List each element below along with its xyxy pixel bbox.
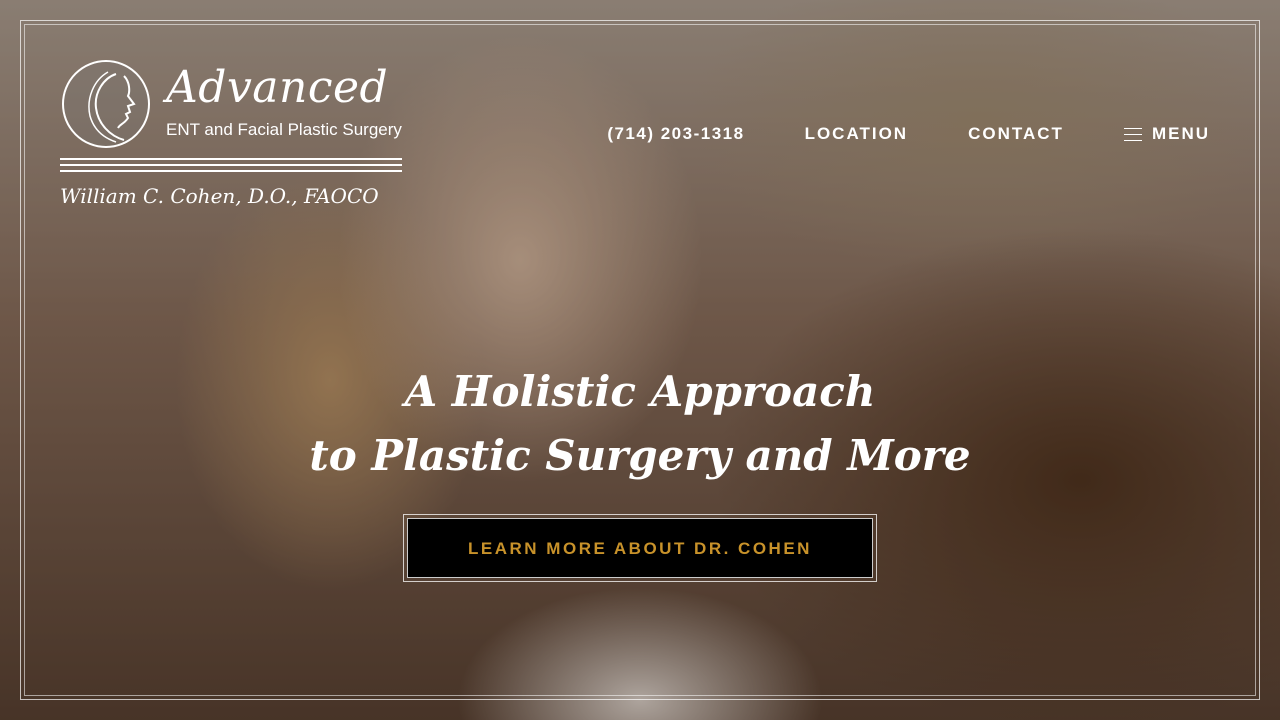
nav-contact[interactable]: CONTACT: [968, 124, 1064, 144]
headline-line-1: A Holistic Approach: [404, 367, 876, 416]
cta-frame: LEARN MORE ABOUT DR. COHEN: [403, 514, 877, 582]
learn-more-button[interactable]: LEARN MORE ABOUT DR. COHEN: [407, 518, 873, 578]
logo-divider: [60, 158, 402, 176]
logo-subtitle: ENT and Facial Plastic Surgery: [166, 120, 402, 139]
phone-link[interactable]: (714) 203-1318: [607, 124, 744, 144]
menu-label: MENU: [1151, 124, 1210, 143]
main-nav: (714) 203-1318 LOCATION CONTACT MENU: [607, 124, 1210, 144]
logo-doctor-name: William C. Cohen, D.O., FAOCO: [60, 184, 379, 208]
hero-section: Advanced ENT and Facial Plastic Surgery …: [0, 0, 1280, 720]
hero-headline: A Holistic Approach to Plastic Surgery a…: [0, 360, 1280, 488]
headline-line-2: to Plastic Surgery and More: [309, 431, 971, 480]
logo-name: Advanced: [166, 62, 389, 113]
face-profile-icon: [62, 60, 150, 148]
nav-location[interactable]: LOCATION: [805, 124, 909, 144]
hamburger-icon: [1123, 127, 1142, 141]
site-logo[interactable]: Advanced ENT and Facial Plastic Surgery …: [60, 60, 405, 212]
menu-button[interactable]: MENU: [1123, 124, 1210, 144]
